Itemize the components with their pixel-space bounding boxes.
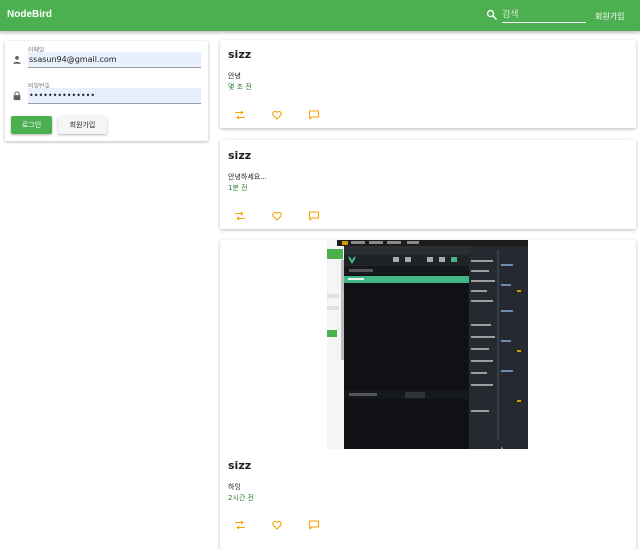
comment-icon[interactable] <box>308 109 320 121</box>
password-field[interactable] <box>28 88 201 104</box>
post-image[interactable] <box>327 240 528 449</box>
search-icon[interactable] <box>486 9 497 20</box>
comment-icon[interactable] <box>308 210 320 222</box>
post-card: sizz 하잉 2시간 전 <box>220 240 636 550</box>
comment-icon[interactable] <box>308 519 320 531</box>
login-form: 이메일 비밀번호 로그인 회원가입 <box>5 41 208 141</box>
post-card: sizz 안녕하세요... 1분 전 <box>220 140 636 229</box>
heart-icon[interactable] <box>271 519 283 531</box>
post-time: 1분 전 <box>228 184 248 192</box>
post-content: 안녕 <box>228 72 241 80</box>
retweet-icon[interactable] <box>234 210 246 222</box>
heart-icon[interactable] <box>271 210 283 222</box>
lock-icon <box>13 91 21 101</box>
post-author[interactable]: sizz <box>228 459 251 472</box>
post-card: sizz 안녕 몇 초 전 <box>220 40 636 128</box>
post-author[interactable]: sizz <box>228 149 251 162</box>
signup-button[interactable]: 회원가입 <box>58 116 107 134</box>
person-icon <box>13 56 21 64</box>
post-author[interactable]: sizz <box>228 48 251 61</box>
post-time: 몇 초 전 <box>228 83 252 91</box>
post-time: 2시간 전 <box>228 494 254 502</box>
retweet-icon[interactable] <box>234 519 246 531</box>
retweet-icon[interactable] <box>234 109 246 121</box>
post-content: 안녕하세요... <box>228 173 267 181</box>
brand-logo[interactable]: NodeBird <box>7 9 52 20</box>
app-bar: NodeBird 회원가입 <box>0 0 640 31</box>
heart-icon[interactable] <box>271 109 283 121</box>
signup-link[interactable]: 회원가입 <box>595 11 624 22</box>
search-input[interactable] <box>502 7 586 23</box>
post-content: 하잉 <box>228 483 241 491</box>
login-button[interactable]: 로그인 <box>11 116 52 134</box>
email-field[interactable] <box>28 52 201 68</box>
